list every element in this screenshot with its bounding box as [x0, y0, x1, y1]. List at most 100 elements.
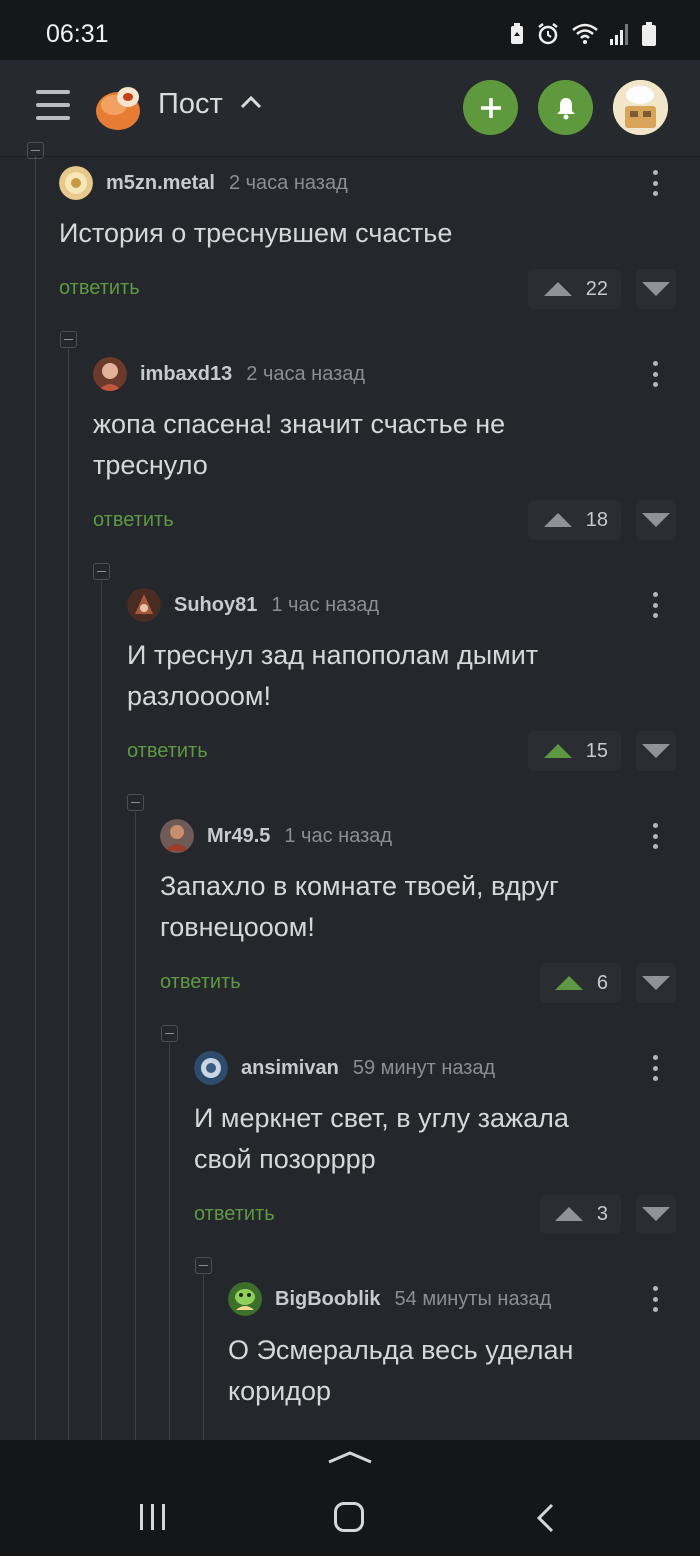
upvote-button[interactable]: 15: [528, 731, 621, 771]
arrow-up-icon: [543, 513, 572, 527]
thread-line[interactable]: [135, 812, 136, 1440]
avatar[interactable]: [59, 166, 93, 200]
arrow-down-icon: [642, 1207, 670, 1221]
battery-icon: [642, 22, 656, 46]
arrow-up-icon: [543, 282, 572, 296]
comment-header: BigBooblik 54 минуты назад: [228, 1282, 551, 1316]
reply-link[interactable]: ответить: [194, 1203, 275, 1226]
avatar[interactable]: [127, 588, 161, 622]
signal-icon: [610, 24, 628, 45]
thread-line[interactable]: [203, 1275, 204, 1440]
notifications-button[interactable]: [538, 80, 593, 135]
comment-time: 1 час назад: [284, 824, 393, 847]
more-options-icon[interactable]: [651, 1055, 659, 1081]
arrow-down-icon: [642, 282, 670, 296]
bell-icon: [556, 97, 575, 119]
upvote-button[interactable]: 3: [540, 1194, 621, 1234]
page-title[interactable]: Пост: [158, 88, 223, 121]
comment-header: ansimivan 59 минут назад: [194, 1051, 495, 1085]
arrow-up-icon: [543, 744, 572, 758]
downvote-button[interactable]: [636, 1194, 676, 1234]
add-post-button[interactable]: [463, 80, 518, 135]
avatar[interactable]: [228, 1282, 262, 1316]
comment-header: m5zn.metal 2 часа назад: [59, 166, 348, 200]
arrow-up-icon: [554, 1207, 583, 1221]
avatar[interactable]: [194, 1051, 228, 1085]
status-time: 06:31: [46, 20, 109, 48]
collapse-button[interactable]: [27, 142, 44, 159]
comment-header: imbaxd13 2 часа назад: [93, 357, 365, 391]
pikabu-logo[interactable]: [94, 83, 144, 133]
comment-text: И меркнет свет, в углу зажала свой позор…: [194, 1103, 569, 1174]
thread-line[interactable]: [68, 349, 69, 1440]
comment-text: жопа спасена! значит счастье не треснуло: [93, 409, 506, 480]
user-avatar[interactable]: [613, 80, 668, 135]
comment-author[interactable]: m5zn.metal: [106, 172, 215, 195]
arrow-down-icon: [642, 744, 670, 758]
comment-text: И треснул зад напополам дымит разлоооом!: [127, 640, 539, 711]
thread-line[interactable]: [35, 156, 36, 1440]
avatar-image: [613, 80, 668, 135]
vote-count: 18: [585, 508, 608, 531]
comment-author[interactable]: BigBooblik: [275, 1288, 381, 1311]
comment-author[interactable]: Mr49.5: [207, 825, 270, 848]
comment-time: 1 час назад: [271, 593, 380, 616]
back-button[interactable]: [534, 1503, 556, 1533]
arrow-down-icon: [642, 976, 670, 990]
comment-time: 59 минут назад: [352, 1056, 496, 1079]
downvote-button[interactable]: [636, 963, 676, 1003]
reply-link[interactable]: ответить: [59, 277, 140, 300]
collapse-button[interactable]: [93, 563, 110, 580]
avatar[interactable]: [93, 357, 127, 391]
upvote-button[interactable]: 18: [528, 500, 621, 540]
thread-line[interactable]: [169, 1043, 170, 1440]
more-options-icon[interactable]: [651, 1286, 659, 1312]
downvote-button[interactable]: [636, 269, 676, 309]
menu-button[interactable]: [36, 90, 70, 120]
reply-link[interactable]: ответить: [93, 509, 174, 532]
upvote-button[interactable]: 22: [528, 269, 621, 309]
collapse-button[interactable]: [60, 331, 77, 348]
wifi-icon: [572, 23, 598, 44]
collapse-button[interactable]: [161, 1025, 178, 1042]
downvote-button[interactable]: [636, 500, 676, 540]
more-options-icon[interactable]: [651, 170, 659, 196]
reply-link[interactable]: ответить: [160, 971, 241, 994]
upvote-button[interactable]: 6: [540, 963, 621, 1003]
vote-count: 3: [596, 1202, 608, 1225]
arrow-up-icon: [554, 976, 583, 990]
more-options-icon[interactable]: [651, 823, 659, 849]
alarm-icon: [538, 23, 558, 45]
menu-icon: [36, 90, 70, 94]
status-icons: [510, 22, 656, 46]
comment-time: 2 часа назад: [246, 362, 366, 385]
vote-count: 15: [585, 739, 608, 762]
downvote-button[interactable]: [636, 731, 676, 771]
recent-apps-button[interactable]: [140, 1504, 165, 1530]
home-button[interactable]: [334, 1502, 364, 1532]
more-options-icon[interactable]: [651, 592, 659, 618]
comment-author[interactable]: Suhoy81: [174, 594, 257, 617]
comment-text: О Эсмеральда весь уделан коридор: [228, 1335, 574, 1406]
collapse-button[interactable]: [195, 1257, 212, 1274]
arrow-down-icon: [642, 513, 670, 527]
comment-header: Suhoy81 1 час назад: [127, 588, 379, 622]
status-bar: 06:31: [0, 0, 700, 60]
more-options-icon[interactable]: [651, 361, 659, 387]
vote-count: 6: [596, 971, 608, 994]
comment-text: История о треснувшем счастье: [59, 218, 453, 248]
comment-author[interactable]: imbaxd13: [140, 363, 232, 386]
comment-header: Mr49.5 1 час назад: [160, 819, 392, 853]
vote-count: 22: [585, 277, 608, 300]
collapse-button[interactable]: [127, 794, 144, 811]
reply-link[interactable]: ответить: [127, 740, 208, 763]
chevron-up-icon[interactable]: [327, 1448, 373, 1466]
comment-time: 2 часа назад: [228, 171, 348, 194]
plus-icon: [480, 97, 501, 118]
comment-author[interactable]: ansimivan: [241, 1057, 339, 1080]
comment-text: Запахло в комнате твоей, вдруг говнецооо…: [160, 871, 559, 942]
chevron-up-icon[interactable]: [240, 94, 262, 110]
avatar[interactable]: [160, 819, 194, 853]
thread-line[interactable]: [101, 581, 102, 1440]
system-nav-bar: [0, 1440, 700, 1556]
